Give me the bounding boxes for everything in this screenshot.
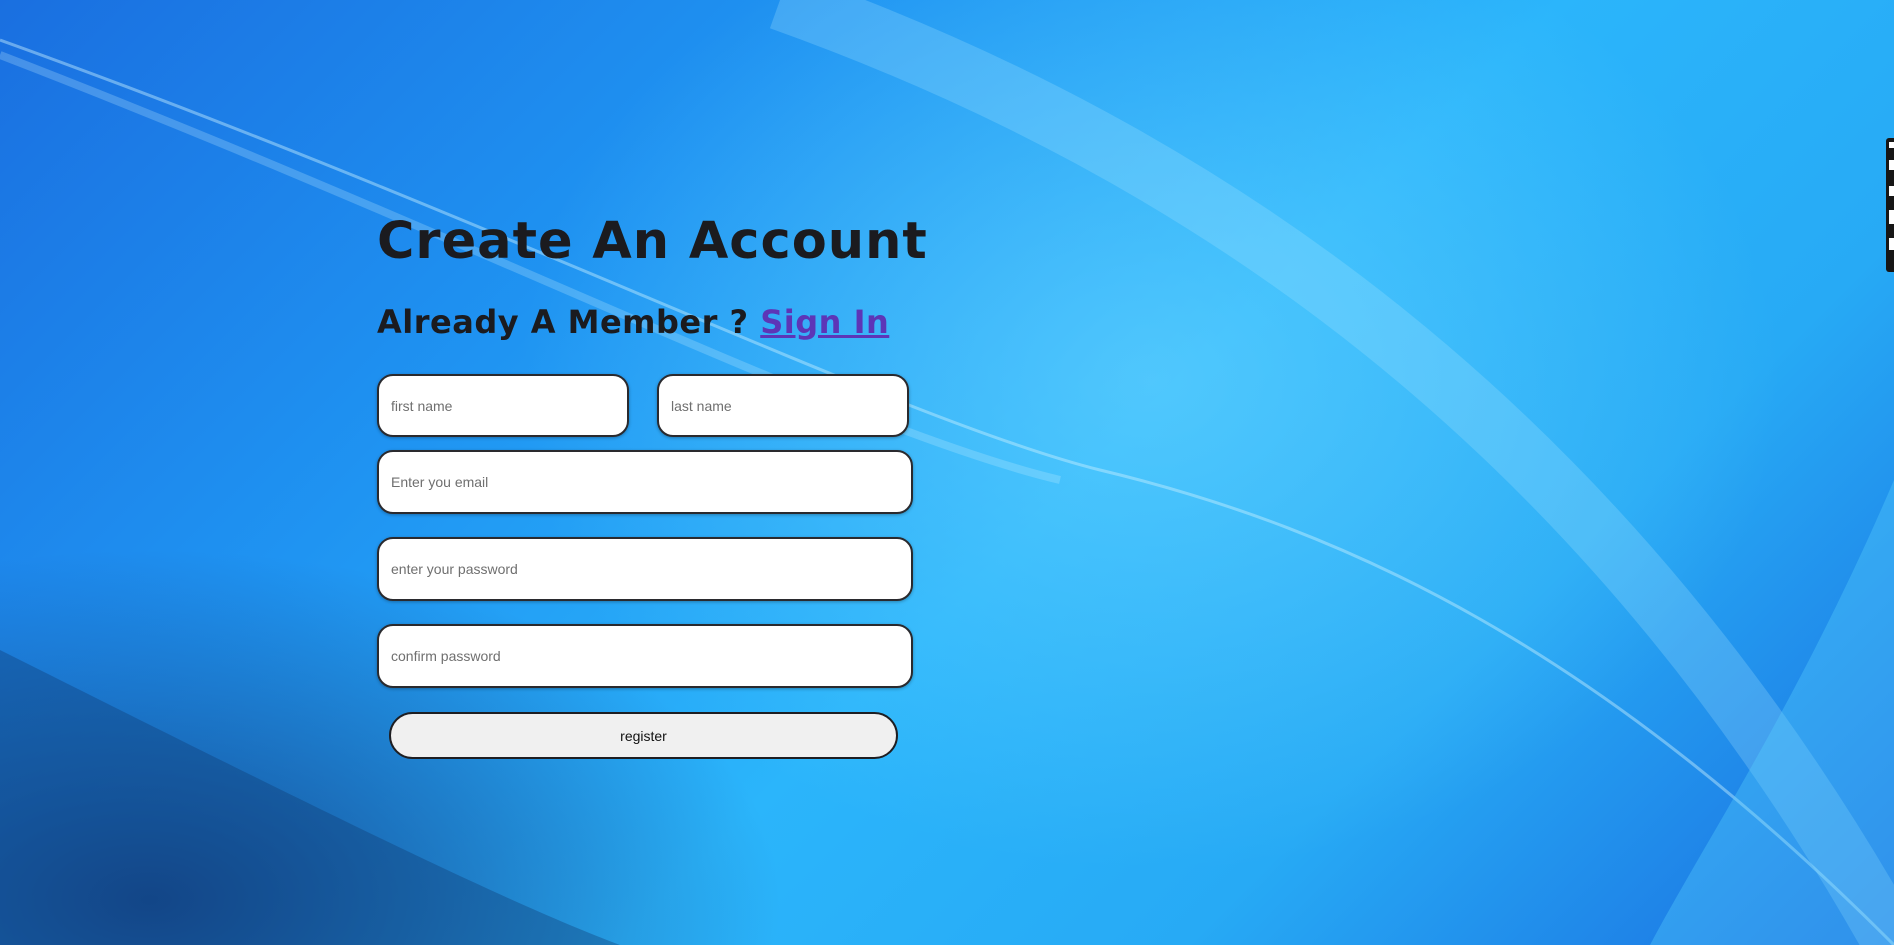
first-name-input[interactable] <box>377 374 629 437</box>
edge-toolbar[interactable] <box>1886 138 1894 272</box>
page-background: Create An Account Already A Member ? Sig… <box>0 0 1894 945</box>
sign-in-link[interactable]: Sign In <box>760 303 889 341</box>
register-button[interactable]: register <box>389 712 898 759</box>
background-swoosh-art <box>0 0 1894 945</box>
settings-icon[interactable] <box>1889 142 1894 148</box>
member-prompt: Already A Member ? Sign In <box>377 300 889 344</box>
document-icon[interactable] <box>1889 210 1894 224</box>
square-icon[interactable] <box>1889 186 1894 196</box>
page-title: Create An Account <box>377 212 928 271</box>
email-input[interactable] <box>377 450 913 514</box>
confirm-password-input[interactable] <box>377 624 913 688</box>
password-input[interactable] <box>377 537 913 601</box>
last-name-input[interactable] <box>657 374 909 437</box>
gear-icon[interactable] <box>1889 238 1894 250</box>
square-icon[interactable] <box>1889 160 1894 170</box>
member-prompt-text: Already A Member ? <box>377 303 749 341</box>
